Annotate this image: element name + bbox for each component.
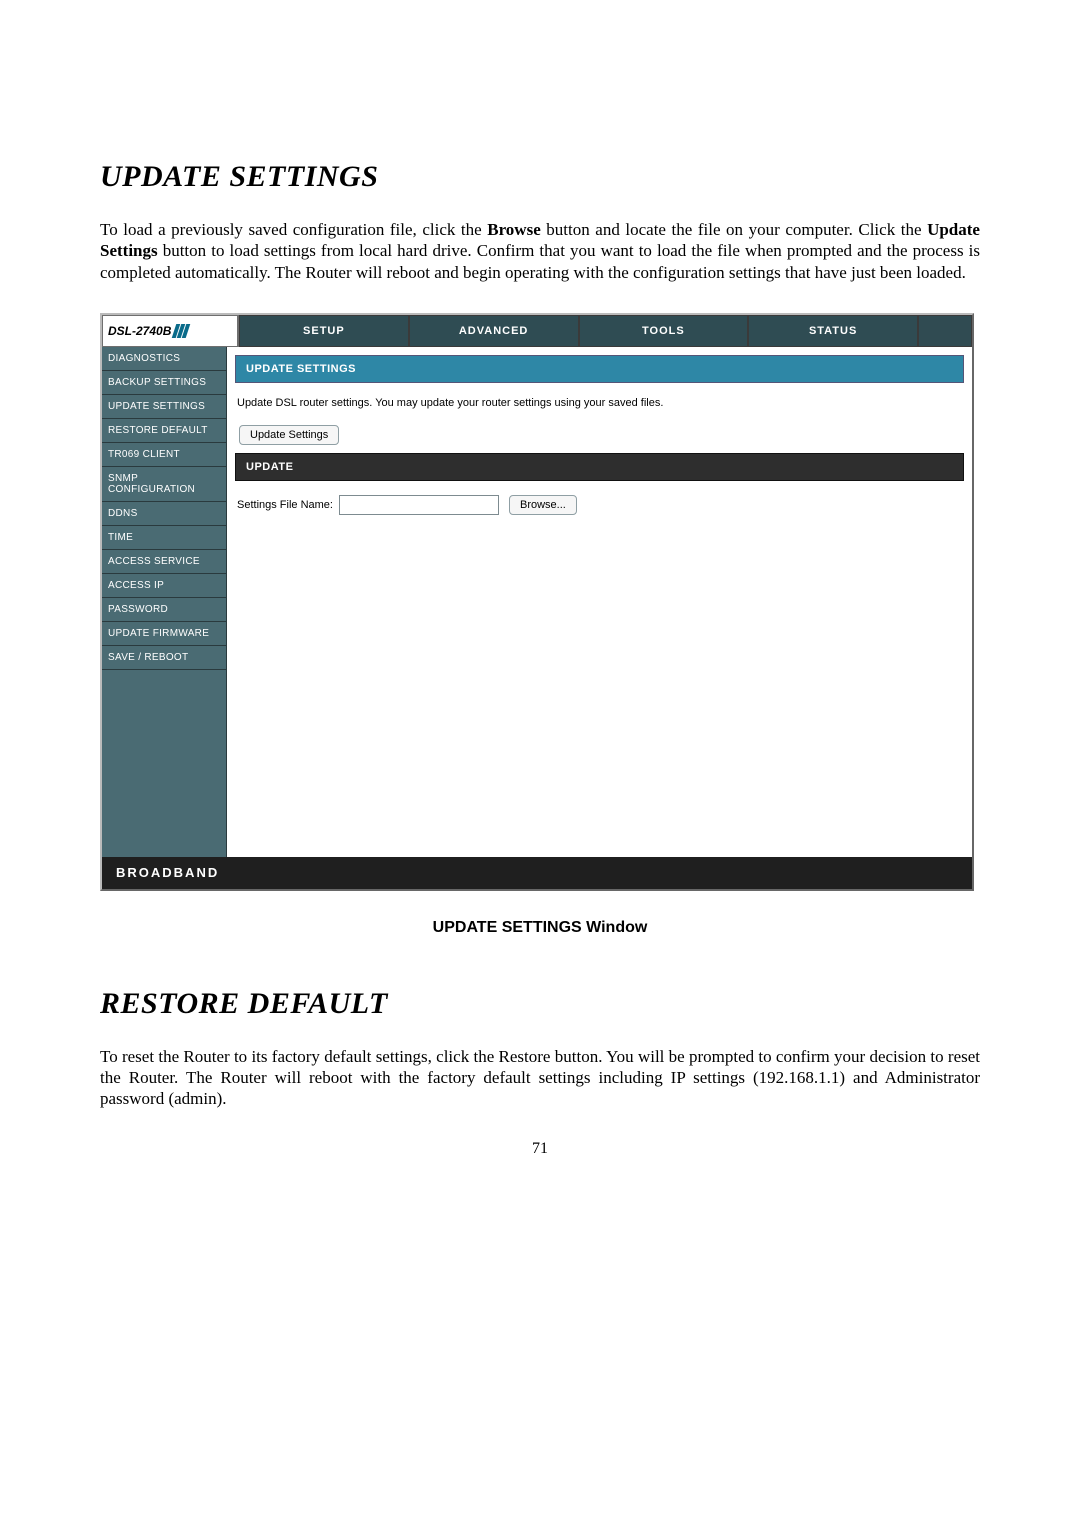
browse-button[interactable]: Browse... xyxy=(509,495,577,515)
tab-tools[interactable]: TOOLS xyxy=(579,315,749,347)
update-settings-button[interactable]: Update Settings xyxy=(239,425,339,445)
sidebar-item-save-reboot[interactable]: SAVE / REBOOT xyxy=(102,646,226,670)
content-pane: UPDATE SETTINGS Update DSL router settin… xyxy=(227,347,972,857)
update-settings-description: To load a previously saved configuration… xyxy=(100,219,980,283)
file-select-row: Settings File Name: Browse... xyxy=(235,481,964,529)
sidebar-item-diagnostics[interactable]: DIAGNOSTICS xyxy=(102,347,226,371)
sidebar-item-backup-settings[interactable]: BACKUP SETTINGS xyxy=(102,371,226,395)
page-number: 71 xyxy=(100,1140,980,1158)
router-admin-screenshot: DSL-2740B SETUP ADVANCED TOOLS STATUS DI… xyxy=(100,313,974,891)
sidebar-item-time[interactable]: TIME xyxy=(102,526,226,550)
sidebar-item-restore-default[interactable]: RESTORE DEFAULT xyxy=(102,419,226,443)
sidebar-item-ddns[interactable]: DDNS xyxy=(102,502,226,526)
settings-file-label: Settings File Name: xyxy=(237,499,333,511)
logo-stripes-icon xyxy=(174,324,188,338)
tab-status[interactable]: STATUS xyxy=(748,315,918,347)
footer-brand-bar: BROADBAND xyxy=(102,857,972,889)
sidebar-item-tr069-client[interactable]: TR069 CLIENT xyxy=(102,443,226,467)
restore-default-description: To reset the Router to its factory defau… xyxy=(100,1046,980,1110)
settings-file-input[interactable] xyxy=(339,495,499,515)
device-model-logo: DSL-2740B xyxy=(102,315,239,347)
footer-brand-text: BROADBAND xyxy=(116,865,219,880)
figure-caption: UPDATE SETTINGS Window xyxy=(100,919,980,937)
text-fragment: To load a previously saved configuration… xyxy=(100,220,487,239)
text-bold-browse: Browse xyxy=(487,220,541,239)
panel-title-update-settings: UPDATE SETTINGS xyxy=(235,355,964,383)
top-nav-row: DSL-2740B SETUP ADVANCED TOOLS STATUS xyxy=(102,315,972,347)
sidebar-item-snmp-configuration[interactable]: SNMP CONFIGURATION xyxy=(102,467,226,502)
panel-subtitle-update: UPDATE xyxy=(235,453,964,481)
sidebar-item-access-ip[interactable]: ACCESS IP xyxy=(102,574,226,598)
panel-description: Update DSL router settings. You may upda… xyxy=(235,383,964,421)
sidebar-item-password[interactable]: PASSWORD xyxy=(102,598,226,622)
section-heading-restore-default: RESTORE DEFAULT xyxy=(100,987,980,1021)
tab-spacer xyxy=(918,315,972,347)
section-heading-update-settings: UPDATE SETTINGS xyxy=(100,160,980,194)
sidebar-item-update-settings[interactable]: UPDATE SETTINGS xyxy=(102,395,226,419)
text-fragment: button to load settings from local hard … xyxy=(100,241,980,281)
sidebar-item-update-firmware[interactable]: UPDATE FIRMWARE xyxy=(102,622,226,646)
sidebar-nav: DIAGNOSTICS BACKUP SETTINGS UPDATE SETTI… xyxy=(102,347,227,857)
model-label: DSL-2740B xyxy=(108,324,171,338)
tab-setup[interactable]: SETUP xyxy=(239,315,409,347)
text-fragment: button and locate the file on your compu… xyxy=(541,220,927,239)
sidebar-item-access-service[interactable]: ACCESS SERVICE xyxy=(102,550,226,574)
tab-advanced[interactable]: ADVANCED xyxy=(409,315,579,347)
